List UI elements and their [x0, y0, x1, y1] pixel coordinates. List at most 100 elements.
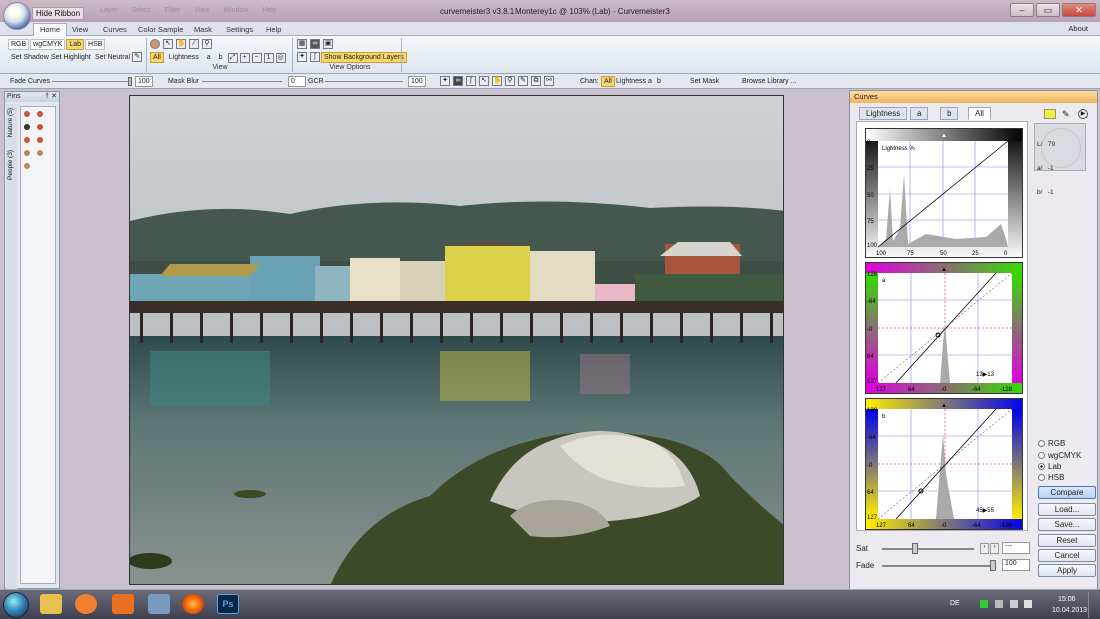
mask-blur-value[interactable]: 0: [288, 76, 306, 87]
arrow-icon[interactable]: ↖: [163, 39, 173, 49]
sat-slider[interactable]: [882, 548, 974, 550]
start-button[interactable]: [3, 592, 29, 618]
clock-date[interactable]: 10.04.2013: [1052, 607, 1087, 614]
chan-a-button[interactable]: a: [648, 74, 652, 89]
channel-b-button[interactable]: b: [216, 52, 226, 63]
picker-icon[interactable]: ⁄: [189, 39, 199, 49]
clock-time[interactable]: 15:06: [1058, 596, 1076, 603]
layout-icon[interactable]: ▦: [297, 39, 307, 49]
minimize-button[interactable]: –: [1010, 3, 1034, 17]
photoshop-icon[interactable]: Ps: [217, 594, 239, 614]
save-button[interactable]: Save...: [1038, 518, 1096, 531]
channel-a-button[interactable]: a: [204, 52, 214, 63]
fade-curves-slider[interactable]: [52, 81, 132, 82]
tab-view[interactable]: View: [66, 24, 94, 36]
pin-item[interactable]: [37, 137, 43, 143]
set-mask-button[interactable]: Set Mask: [690, 74, 719, 89]
apply-button[interactable]: Apply: [1038, 564, 1096, 577]
about-link[interactable]: About: [1068, 24, 1088, 33]
sat-slider-thumb[interactable]: [912, 543, 918, 554]
channel-lightness-button[interactable]: Lightness: [166, 52, 202, 63]
pin-item[interactable]: [24, 111, 30, 117]
b-curve-graph[interactable]: ▲ b 45▶55 128 -64 -0 64 127 127 64 -0 -6…: [865, 398, 1023, 530]
eyedropper-icon[interactable]: ✎: [132, 52, 142, 62]
tab-mask[interactable]: Mask: [188, 24, 218, 36]
tab-curves[interactable]: Curves: [97, 24, 133, 36]
language-indicator[interactable]: DE: [950, 600, 960, 607]
set-shadow-button[interactable]: Set Shadow: [8, 52, 52, 63]
tab-people[interactable]: People (3): [7, 150, 14, 180]
set-highlight-button[interactable]: Set Highlight: [48, 52, 94, 63]
tab-lightness[interactable]: Lightness: [859, 107, 908, 120]
channel-all-button[interactable]: All: [150, 52, 164, 63]
tab-nature[interactable]: Nature (5): [7, 108, 14, 137]
tab-a[interactable]: a: [910, 107, 929, 120]
pin-item[interactable]: [24, 150, 30, 156]
mask-blur-slider[interactable]: [202, 81, 282, 82]
maximize-button[interactable]: ▭: [1036, 3, 1060, 17]
zoom-in-icon[interactable]: +: [239, 52, 250, 63]
pin-tool-icon[interactable]: ✦: [297, 52, 307, 62]
mask-icon[interactable]: ∞: [453, 76, 463, 86]
pin-item[interactable]: [24, 137, 30, 143]
curvemeister-icon[interactable]: [150, 39, 160, 49]
image-icon[interactable]: ▣: [323, 39, 333, 49]
tray-icon[interactable]: [995, 600, 1003, 608]
close-icon[interactable]: ✕: [51, 92, 57, 102]
show-background-layers-button[interactable]: Show Background Layers: [321, 52, 407, 63]
network-icon[interactable]: [148, 594, 170, 614]
mode-lab-button[interactable]: Lab: [66, 39, 85, 50]
pin-item[interactable]: [37, 150, 43, 156]
chan-b-button[interactable]: b: [657, 74, 661, 89]
chan-lightness-button[interactable]: Lightness: [616, 74, 646, 89]
hand-icon[interactable]: ✋: [492, 76, 502, 86]
arrow-icon[interactable]: ↖: [479, 76, 489, 86]
image-canvas[interactable]: [129, 95, 784, 585]
pin-icon[interactable]: ✦: [440, 76, 450, 86]
pin-item[interactable]: [37, 124, 43, 130]
close-button[interactable]: ✕: [1062, 3, 1096, 17]
tab-home[interactable]: Home: [33, 23, 68, 37]
mask-icon[interactable]: ∞: [310, 39, 320, 49]
folder-icon[interactable]: [1044, 109, 1056, 119]
copy-icon[interactable]: ⧉: [531, 76, 541, 86]
chan-all-button[interactable]: All: [601, 76, 615, 87]
a-curve-graph[interactable]: ▲ a 13▶13 128 -64 -0 64 127 127 64 -0 -6…: [865, 262, 1023, 394]
media-player-icon[interactable]: [75, 594, 97, 614]
tab-settings[interactable]: Settings: [220, 24, 259, 36]
pin-panel-icon[interactable]: †: [45, 92, 49, 102]
gcr-slider[interactable]: [325, 81, 403, 82]
radio-wgcmyk[interactable]: wgCMYK: [1038, 451, 1081, 461]
tray-icon[interactable]: [980, 600, 988, 608]
radio-rgb[interactable]: RGB: [1038, 439, 1065, 449]
gcr-value[interactable]: 100: [408, 76, 426, 87]
sat-stepper-up[interactable]: ›: [990, 543, 999, 554]
curve-icon[interactable]: ∫: [466, 76, 476, 86]
fade-slider[interactable]: [882, 565, 994, 567]
zoom-actual-icon[interactable]: 1: [263, 52, 274, 63]
browse-library-button[interactable]: Browse Library ...: [742, 74, 796, 89]
mode-rgb-button[interactable]: RGB: [8, 39, 30, 50]
pin-item[interactable]: [24, 163, 30, 169]
office-icon[interactable]: [112, 594, 134, 614]
reset-button[interactable]: Reset: [1038, 534, 1096, 547]
pin-item[interactable]: [37, 111, 43, 117]
fade-curves-value[interactable]: 100: [135, 76, 153, 87]
tab-b[interactable]: b: [940, 107, 959, 120]
eyedropper-icon[interactable]: ✎: [518, 76, 528, 86]
set-neutral-button[interactable]: Set Neutral: [92, 52, 133, 63]
zoom-fit-icon[interactable]: ⤢: [227, 52, 238, 63]
lightness-curve-graph[interactable]: ▲ Lightness % 0 25 50 75 100 100 75 50 2…: [865, 128, 1023, 258]
load-button[interactable]: Load...: [1038, 503, 1096, 516]
play-icon[interactable]: ▶: [1078, 109, 1088, 119]
mode-wgcmyk-button[interactable]: wgCMYK: [30, 39, 66, 50]
cancel-button[interactable]: Cancel: [1038, 549, 1096, 562]
fade-value[interactable]: 100: [1002, 559, 1030, 571]
fade-curves-thumb[interactable]: [128, 77, 132, 86]
tab-color-sample[interactable]: Color Sample: [132, 24, 189, 36]
zoom-icon[interactable]: ⚲: [505, 76, 515, 86]
zoom-out-icon[interactable]: −: [251, 52, 262, 63]
show-desktop-button[interactable]: [1088, 592, 1098, 618]
firefox-icon[interactable]: [182, 594, 204, 614]
tab-help[interactable]: Help: [260, 24, 287, 36]
